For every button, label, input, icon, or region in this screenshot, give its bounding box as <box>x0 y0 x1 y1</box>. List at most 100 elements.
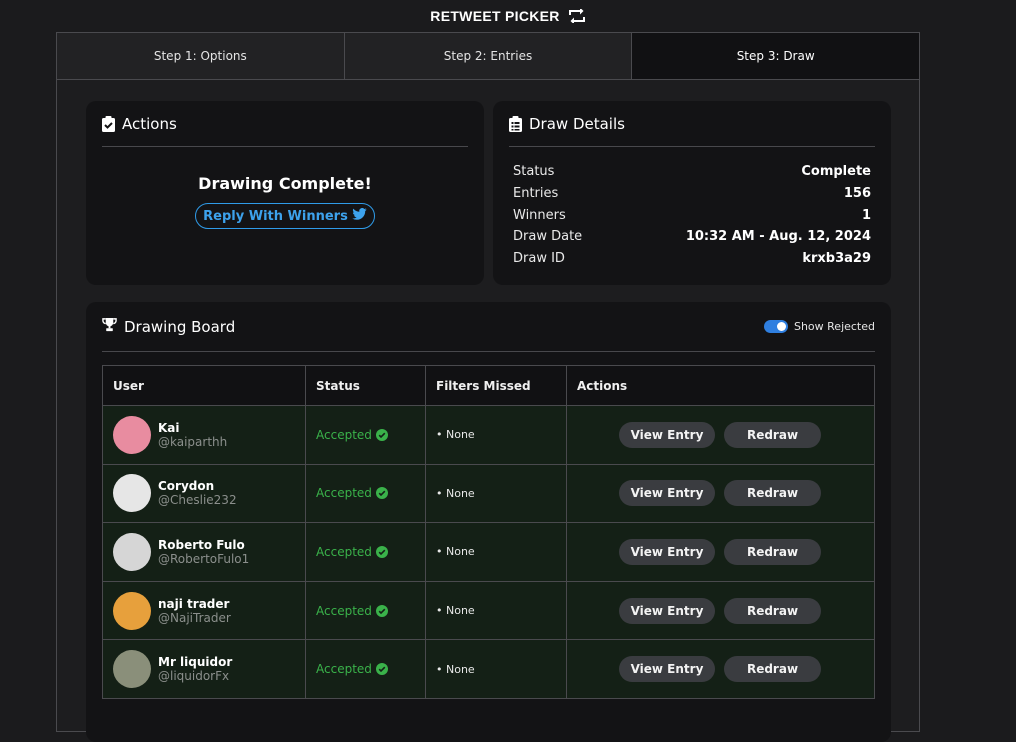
detail-key: Winners <box>513 207 566 223</box>
user-cell: Mr liquidor @liquidorFx <box>102 639 306 699</box>
user-info: Kai @kaiparthh <box>113 415 305 454</box>
status-text: Accepted <box>316 603 372 618</box>
draw-details-panel: Draw Details Status Complete Entries 156 W… <box>493 101 891 285</box>
reply-with-winners-button[interactable]: Reply With Winners <box>195 203 375 229</box>
user-handle: @RobertoFulo1 <box>158 551 250 566</box>
tab-step-1-options[interactable]: Step 1: Options <box>57 33 345 79</box>
tab-step-3-draw[interactable]: Step 3: Draw <box>632 33 920 79</box>
table-row: Kai @kaiparthh Accepted • None View Entr… <box>102 405 875 465</box>
check-circle-icon <box>375 663 388 676</box>
user-info: Corydon @Cheslie232 <box>113 474 305 513</box>
user-text: Corydon @Cheslie232 <box>158 479 237 507</box>
row-actions: View Entry Redraw <box>577 656 874 683</box>
view-entry-button[interactable]: View Entry <box>619 656 715 683</box>
draw-details-header: Draw Details <box>509 101 875 147</box>
status-badge: Accepted <box>316 662 425 676</box>
entries-table: User Status Filters Missed Actions Kai @… <box>102 365 875 699</box>
drawing-board-title: Drawing Board <box>124 317 236 336</box>
status-cell: Accepted <box>305 405 426 465</box>
drawing-complete-message: Drawing Complete! <box>198 174 372 193</box>
actions-panel: Actions Drawing Complete! Reply With Win… <box>86 101 484 285</box>
user-name: Mr liquidor <box>158 655 233 670</box>
actions-cell: View Entry Redraw <box>566 522 875 582</box>
detail-row-winners: Winners 1 <box>513 205 871 227</box>
view-entry-button[interactable]: View Entry <box>619 538 715 565</box>
avatar <box>113 532 151 571</box>
user-text: Mr liquidor @liquidorFx <box>158 655 232 683</box>
drawing-board-title-wrap: Drawing Board <box>102 317 235 336</box>
main-frame: Step 1: Options Step 2: Entries Step 3: … <box>56 32 920 742</box>
user-handle: @Cheslie232 <box>158 493 237 508</box>
tab-step-2-entries[interactable]: Step 2: Entries <box>344 33 633 79</box>
status-text: Accepted <box>316 486 372 501</box>
view-entry-button[interactable]: View Entry <box>619 597 715 624</box>
row-actions: View Entry Redraw <box>577 421 874 448</box>
filters-missed-cell: • None <box>425 405 567 465</box>
show-rejected-toggle[interactable] <box>763 320 788 333</box>
view-entry-button[interactable]: View Entry <box>619 480 715 507</box>
column-header-filters-missed: Filters Missed <box>425 365 567 406</box>
user-cell: Corydon @Cheslie232 <box>102 463 306 524</box>
redraw-button[interactable]: Redraw <box>724 538 821 565</box>
detail-row-draw-date: Draw Date 10:32 AM - Aug. 12, 2024 <box>513 226 871 248</box>
table-row: Roberto Fulo @RobertoFulo1 Accepted • No… <box>102 522 875 582</box>
user-handle: @NajiTrader <box>158 610 231 625</box>
detail-value: 10:32 AM - Aug. 12, 2024 <box>685 229 871 245</box>
draw-details-title: Draw Details <box>529 114 625 133</box>
actions-cell: View Entry Redraw <box>566 639 875 699</box>
user-info: Roberto Fulo @RobertoFulo1 <box>113 532 305 571</box>
detail-key: Draw Date <box>513 229 583 245</box>
column-header-user: User <box>102 365 306 406</box>
actions-cell: View Entry Redraw <box>566 405 875 465</box>
detail-value: krxb3a29 <box>802 251 871 267</box>
status-badge: Accepted <box>316 486 425 500</box>
user-handle: @kaiparthh <box>158 434 228 449</box>
filters-missed-cell: • None <box>425 580 567 641</box>
check-circle-icon <box>375 487 388 500</box>
redraw-button[interactable]: Redraw <box>724 597 821 624</box>
app-title: RETWEET PICKER <box>430 8 560 24</box>
actions-cell: View Entry Redraw <box>566 463 875 524</box>
redraw-button[interactable]: Redraw <box>724 656 821 683</box>
status-badge: Accepted <box>316 545 425 559</box>
table-row: Corydon @Cheslie232 Accepted • None View… <box>102 463 875 524</box>
detail-value: 1 <box>861 207 871 223</box>
actions-panel-header: Actions <box>102 101 468 147</box>
status-text: Accepted <box>316 427 372 442</box>
redraw-button[interactable]: Redraw <box>724 421 821 448</box>
status-cell: Accepted <box>305 463 426 524</box>
user-name: Kai <box>158 420 180 435</box>
drawing-board-header: Drawing Board Show Rejected <box>102 302 875 352</box>
check-circle-icon <box>375 545 388 558</box>
user-cell: Kai @kaiparthh <box>102 405 306 465</box>
detail-key: Draw ID <box>513 251 565 267</box>
show-rejected-control: Show Rejected <box>763 320 875 333</box>
view-entry-button[interactable]: View Entry <box>619 421 715 448</box>
user-handle: @liquidorFx <box>158 669 230 684</box>
status-cell: Accepted <box>305 522 426 582</box>
table-row: Mr liquidor @liquidorFx Accepted • None … <box>102 639 875 699</box>
trophy-icon <box>102 317 117 336</box>
detail-value: Complete <box>801 164 871 179</box>
actions-cell: View Entry Redraw <box>566 580 875 641</box>
reply-with-winners-label: Reply With Winners <box>203 208 348 224</box>
user-name: Roberto Fulo <box>158 537 245 552</box>
actions-panel-title: Actions <box>122 114 177 133</box>
status-badge: Accepted <box>316 428 425 442</box>
detail-value: 156 <box>843 185 871 201</box>
user-cell: Roberto Fulo @RobertoFulo1 <box>102 522 306 582</box>
row-actions: View Entry Redraw <box>577 480 874 507</box>
user-text: naji trader @NajiTrader <box>158 597 231 625</box>
clipboard-check-icon <box>102 115 115 132</box>
user-cell: naji trader @NajiTrader <box>102 580 306 641</box>
avatar <box>113 650 151 689</box>
drawing-board-panel: Drawing Board Show Rejected User Status … <box>86 302 891 742</box>
detail-row-entries: Entries 156 <box>513 183 871 205</box>
twitter-icon <box>352 208 367 224</box>
status-text: Accepted <box>316 662 372 677</box>
redraw-button[interactable]: Redraw <box>724 480 821 507</box>
table-row: naji trader @NajiTrader Accepted • None … <box>102 580 875 641</box>
step-tabs: Step 1: Options Step 2: Entries Step 3: … <box>57 33 920 80</box>
user-info: naji trader @NajiTrader <box>113 591 305 630</box>
row-actions: View Entry Redraw <box>577 597 874 624</box>
